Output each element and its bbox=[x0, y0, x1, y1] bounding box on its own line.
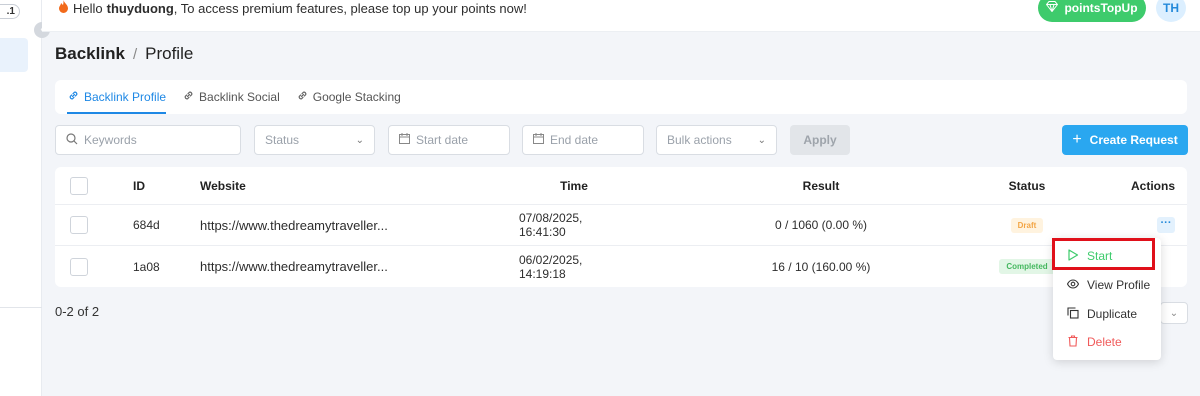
breadcrumb-current: Profile bbox=[145, 44, 194, 63]
row-time: 06/02/2025, 14:19:18 bbox=[519, 252, 583, 281]
tab-backlink-profile[interactable]: Backlink Profile bbox=[67, 80, 167, 114]
pagination-info: 0-2 of 2 bbox=[55, 304, 100, 319]
status-placeholder: Status bbox=[265, 133, 300, 147]
keywords-placeholder: Keywords bbox=[84, 133, 137, 147]
start-date-picker[interactable]: Start date bbox=[388, 125, 510, 155]
greeting-banner: Hello thuyduong, To access premium featu… bbox=[58, 0, 527, 16]
copy-icon bbox=[1067, 306, 1079, 322]
breadcrumb-root[interactable]: Backlink bbox=[55, 44, 125, 64]
row-id: 1a08 bbox=[133, 259, 160, 274]
greeting-prefix: Hello bbox=[73, 0, 103, 16]
header-actions: Actions bbox=[1130, 178, 1175, 193]
link-icon bbox=[296, 89, 309, 105]
status-select[interactable]: Status ⌄ bbox=[254, 125, 375, 155]
calendar-icon bbox=[533, 133, 544, 147]
header-time: Time bbox=[560, 178, 588, 193]
diamond-icon bbox=[1046, 1, 1059, 15]
points-topup-label: pointsTopUp bbox=[1064, 1, 1138, 15]
points-topup-button[interactable]: pointsTopUp bbox=[1038, 0, 1146, 22]
row-checkbox[interactable] bbox=[70, 257, 88, 276]
more-actions-button[interactable]: ··· bbox=[1157, 217, 1175, 233]
calendar-icon bbox=[399, 133, 410, 147]
keywords-search-input[interactable]: Keywords bbox=[55, 125, 241, 155]
table-row: 684d https://www.thedreamytraveller... 0… bbox=[55, 205, 1187, 246]
avatar[interactable]: TH bbox=[1156, 0, 1186, 22]
header-status: Status bbox=[1008, 178, 1046, 193]
header-id: ID bbox=[133, 178, 145, 193]
top-bar: Hello thuyduong, To access premium featu… bbox=[42, 0, 1200, 32]
version-badge: .1 bbox=[0, 4, 20, 19]
bulk-actions-select[interactable]: Bulk actions ⌄ bbox=[656, 125, 777, 155]
create-request-button[interactable]: + Create Request bbox=[1062, 125, 1188, 155]
plus-icon: + bbox=[1072, 131, 1082, 148]
row-checkbox[interactable] bbox=[70, 216, 88, 234]
page-size-select[interactable]: ⌄ bbox=[1160, 302, 1188, 324]
select-all-checkbox[interactable] bbox=[70, 176, 88, 195]
start-highlight-box bbox=[1052, 238, 1155, 270]
chevron-down-icon: ⌄ bbox=[355, 134, 364, 146]
link-icon bbox=[182, 89, 195, 105]
sidebar: .1 bbox=[0, 0, 42, 396]
menu-item-delete[interactable]: Delete bbox=[1053, 328, 1161, 356]
search-icon bbox=[66, 132, 78, 148]
table-header-row: ID Website Time Result Status Actions bbox=[55, 167, 1187, 205]
requests-table: ID Website Time Result Status Actions 68… bbox=[55, 167, 1187, 287]
trash-icon bbox=[1067, 334, 1079, 350]
chevron-down-icon: ⌄ bbox=[1169, 307, 1179, 319]
tab-label: Backlink Social bbox=[199, 90, 280, 104]
status-badge: Completed bbox=[999, 259, 1055, 274]
menu-item-label: Duplicate bbox=[1087, 307, 1138, 321]
header-website: Website bbox=[200, 178, 246, 193]
eye-icon bbox=[1066, 278, 1080, 293]
fire-icon bbox=[58, 0, 69, 16]
row-website[interactable]: https://www.thedreamytraveller... bbox=[200, 205, 388, 245]
start-date-placeholder: Start date bbox=[416, 133, 469, 147]
status-badge: Draft bbox=[1010, 217, 1044, 233]
link-icon bbox=[67, 89, 80, 105]
menu-item-view-profile[interactable]: View Profile bbox=[1053, 271, 1161, 299]
menu-item-duplicate[interactable]: Duplicate bbox=[1053, 300, 1161, 328]
breadcrumb-separator: / bbox=[132, 45, 138, 63]
row-time: 07/08/2025, 16:41:30 bbox=[519, 211, 583, 239]
chevron-down-icon: ⌄ bbox=[757, 134, 766, 146]
tab-label: Google Stacking bbox=[312, 90, 401, 104]
header-result: Result bbox=[802, 178, 840, 193]
tab-google-stacking[interactable]: Google Stacking bbox=[296, 80, 401, 114]
row-id: 684d bbox=[133, 218, 160, 232]
tab-backlink-social[interactable]: Backlink Social bbox=[182, 80, 280, 114]
sidebar-divider bbox=[0, 307, 42, 308]
apply-button[interactable]: Apply bbox=[790, 125, 850, 155]
breadcrumb: Backlink / Profile bbox=[55, 44, 193, 64]
row-result: 16 / 10 (160.00 %) bbox=[771, 259, 871, 274]
tab-label: Backlink Profile bbox=[84, 90, 167, 104]
create-request-label: Create Request bbox=[1089, 133, 1178, 147]
end-date-placeholder: End date bbox=[550, 133, 599, 147]
row-website[interactable]: https://www.thedreamytraveller... bbox=[200, 246, 388, 287]
row-result: 0 / 1060 (0.00 %) bbox=[774, 218, 868, 232]
end-date-picker[interactable]: End date bbox=[522, 125, 644, 155]
menu-item-label: Delete bbox=[1087, 335, 1122, 349]
sidebar-active-item[interactable] bbox=[0, 38, 28, 72]
greeting-message: , To access premium features, please top… bbox=[173, 0, 527, 16]
table-row: 1a08 https://www.thedreamytraveller... 0… bbox=[55, 246, 1187, 287]
bulk-actions-placeholder: Bulk actions bbox=[667, 133, 732, 147]
menu-item-label: View Profile bbox=[1087, 278, 1151, 292]
tab-bar: Backlink Profile Backlink Social Google … bbox=[55, 80, 1187, 114]
greeting-username: thuyduong bbox=[106, 0, 174, 16]
